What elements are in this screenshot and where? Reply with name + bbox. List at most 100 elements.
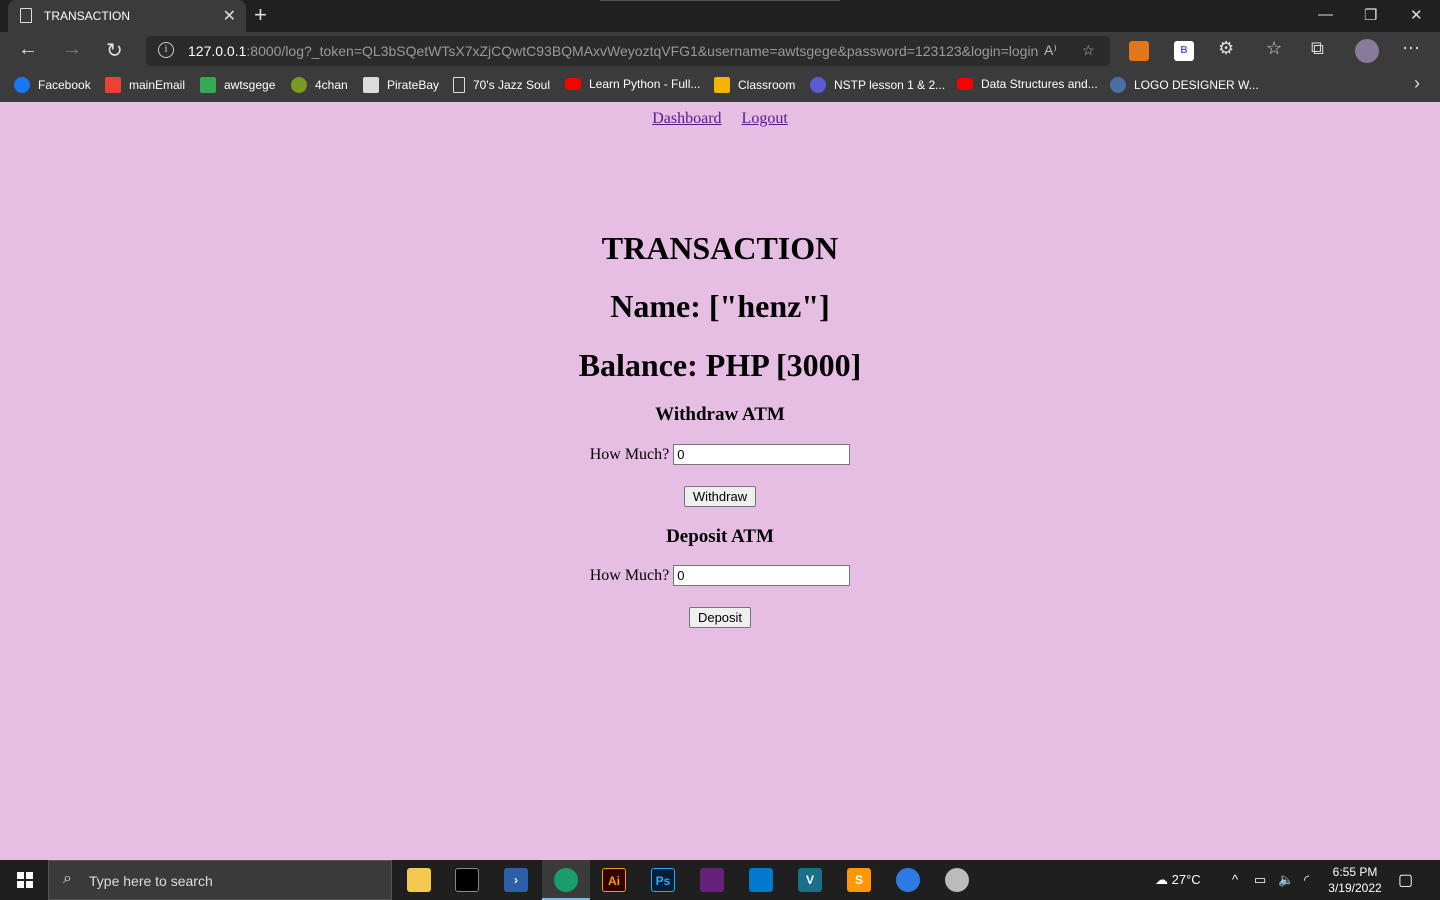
page-icon (20, 8, 32, 23)
windows-start-icon[interactable] (17, 872, 33, 888)
bookmark-data-structures[interactable]: Data Structures and... (957, 77, 1098, 91)
account-balance: Balance: PHP [3000] (578, 347, 862, 383)
facebook-icon (14, 77, 30, 93)
clock-time: 6:55 PM (1332, 865, 1378, 879)
collections-icon[interactable]: ⧉ (1311, 38, 1324, 59)
weather-temp: 27°C (1171, 872, 1201, 887)
paint-icon[interactable] (945, 868, 969, 892)
bookmark-label: 4chan (315, 78, 348, 92)
chevron-right-icon[interactable]: › (1414, 73, 1420, 94)
bookmark-label: Data Structures and... (981, 77, 1098, 91)
app-icon[interactable] (896, 868, 920, 892)
add-favorite-icon[interactable]: ☆ (1082, 42, 1095, 59)
forward-icon[interactable]: → (62, 38, 82, 61)
gmail-icon (105, 77, 121, 93)
bootstrap-extension-icon[interactable]: B (1174, 41, 1194, 61)
top-nav: Dashboard Logout (0, 110, 1440, 128)
taskbar: ⌕ Type here to search › Ai Ps V S ☁ 27°C… (0, 860, 1440, 900)
file-explorer-icon[interactable] (407, 868, 431, 892)
favorites-icon[interactable]: ☆ (1266, 38, 1282, 59)
weather-widget[interactable]: ☁ 27°C (1155, 872, 1201, 888)
withdraw-heading: Withdraw ATM (655, 404, 785, 425)
cloud-icon: ☁ (1155, 872, 1168, 887)
youtube-icon (565, 78, 581, 90)
tab-title: TRANSACTION (44, 9, 131, 23)
clock[interactable]: 6:55 PM 3/19/2022 (1326, 864, 1384, 896)
bookmark-jazz-soul[interactable]: 70's Jazz Soul (453, 77, 550, 93)
bookmark-facebook[interactable]: Facebook (14, 77, 91, 93)
bookmark-nstp[interactable]: NSTP lesson 1 & 2... (810, 77, 945, 93)
globe-icon (810, 77, 826, 93)
bookmark-label: PirateBay (387, 78, 440, 92)
powershell-icon[interactable]: › (504, 868, 528, 892)
metamask-extension-icon[interactable] (1129, 41, 1149, 61)
bookmark-label: Facebook (38, 78, 91, 92)
vscode-icon[interactable] (749, 868, 773, 892)
logout-link[interactable]: Logout (742, 110, 788, 127)
edge-icon[interactable] (554, 868, 578, 892)
bookmark-logo-designer[interactable]: LOGO DESIGNER W... (1110, 77, 1259, 93)
bookmarks-bar: Facebook mainEmail awtsgege 4chan Pirate… (0, 70, 1440, 102)
search-icon: ⌕ (63, 870, 72, 887)
url-host: 127.0.0.1 (188, 43, 247, 59)
bookmark-piratebay[interactable]: PirateBay (363, 77, 439, 93)
bookmark-label: Learn Python - Full... (589, 77, 701, 91)
bookmark-label: Classroom (738, 78, 796, 92)
deposit-amount-label: How Much? (589, 566, 670, 584)
bookmark-label: NSTP lesson 1 & 2... (834, 78, 946, 92)
bookmark-label: 70's Jazz Soul (473, 78, 550, 92)
notifications-icon[interactable]: ▢ (1398, 870, 1413, 890)
address-bar[interactable]: i 127.0.0.1:8000/log?_token=QL3bSQetWTsX… (146, 36, 1110, 66)
url-path: :8000/log?_token=QL3bSQetWTsX7xZjCQwtC93… (246, 43, 1039, 59)
withdraw-amount-input[interactable] (673, 444, 851, 465)
search-placeholder: Type here to search (89, 873, 213, 889)
withdraw-amount-label: How Much? (589, 445, 670, 463)
deposit-row: How Much? (0, 565, 1440, 586)
restore-icon[interactable]: ❐ (1364, 6, 1377, 24)
extensions-icon[interactable]: ⚙ (1218, 38, 1234, 59)
photoshop-icon[interactable]: Ps (651, 868, 675, 892)
bookmark-classroom[interactable]: Classroom (714, 77, 795, 93)
clover-icon (291, 77, 307, 93)
refresh-icon[interactable]: ↻ (106, 38, 123, 63)
wifi-icon[interactable]: ◜ (1304, 872, 1309, 888)
close-tab-icon[interactable]: ✕ (223, 6, 236, 26)
site-info-icon[interactable]: i (158, 42, 174, 58)
bookmark-label: LOGO DESIGNER W... (1134, 78, 1259, 92)
back-icon[interactable]: ← (18, 38, 38, 61)
dashboard-link[interactable]: Dashboard (652, 110, 721, 127)
pirate-icon (363, 77, 379, 93)
title-bar: TRANSACTION ✕ + — ❐ ✕ (0, 0, 1440, 32)
profile-avatar[interactable] (1355, 39, 1379, 63)
minimize-icon[interactable]: — (1318, 6, 1333, 23)
close-window-icon[interactable]: ✕ (1410, 6, 1423, 24)
battery-icon[interactable]: ▭ (1254, 872, 1266, 888)
bookmark-label: awtsgege (224, 78, 276, 92)
deposit-amount-input[interactable] (673, 565, 851, 586)
bookmark-awtsgege[interactable]: awtsgege (200, 77, 275, 93)
url-text[interactable]: 127.0.0.1:8000/log?_token=QL3bSQetWTsX7x… (188, 43, 1038, 59)
illustrator-icon[interactable]: Ai (602, 868, 626, 892)
sublime-text-icon[interactable]: S (847, 868, 871, 892)
classroom-icon (714, 77, 730, 93)
deposit-heading: Deposit ATM (666, 526, 774, 547)
title-divider (600, 0, 840, 1)
more-menu-icon[interactable]: ⋯ (1402, 38, 1420, 59)
bookmark-learn-python[interactable]: Learn Python - Full... (565, 77, 700, 91)
terminal-icon[interactable] (455, 868, 479, 892)
bookmark-4chan[interactable]: 4chan (291, 77, 348, 93)
deposit-button[interactable]: Deposit (689, 607, 751, 628)
visual-studio-icon[interactable] (700, 868, 724, 892)
show-hidden-icons-icon[interactable]: ^ (1232, 872, 1238, 887)
read-aloud-icon[interactable]: A⁾ (1044, 42, 1057, 59)
youtube-icon (957, 78, 973, 90)
taskbar-search[interactable]: ⌕ Type here to search (48, 860, 392, 900)
bookmark-mainemail[interactable]: mainEmail (105, 77, 185, 93)
browser-toolbar: ← → ↻ i 127.0.0.1:8000/log?_token=QL3bSQ… (0, 32, 1440, 70)
logo-icon (1110, 77, 1126, 93)
vmware-icon[interactable]: V (798, 868, 822, 892)
volume-icon[interactable]: 🔈 (1278, 872, 1294, 888)
withdraw-button[interactable]: Withdraw (684, 486, 756, 507)
browser-tab-active[interactable]: TRANSACTION ✕ (8, 0, 246, 32)
new-tab-icon[interactable]: + (254, 2, 267, 28)
